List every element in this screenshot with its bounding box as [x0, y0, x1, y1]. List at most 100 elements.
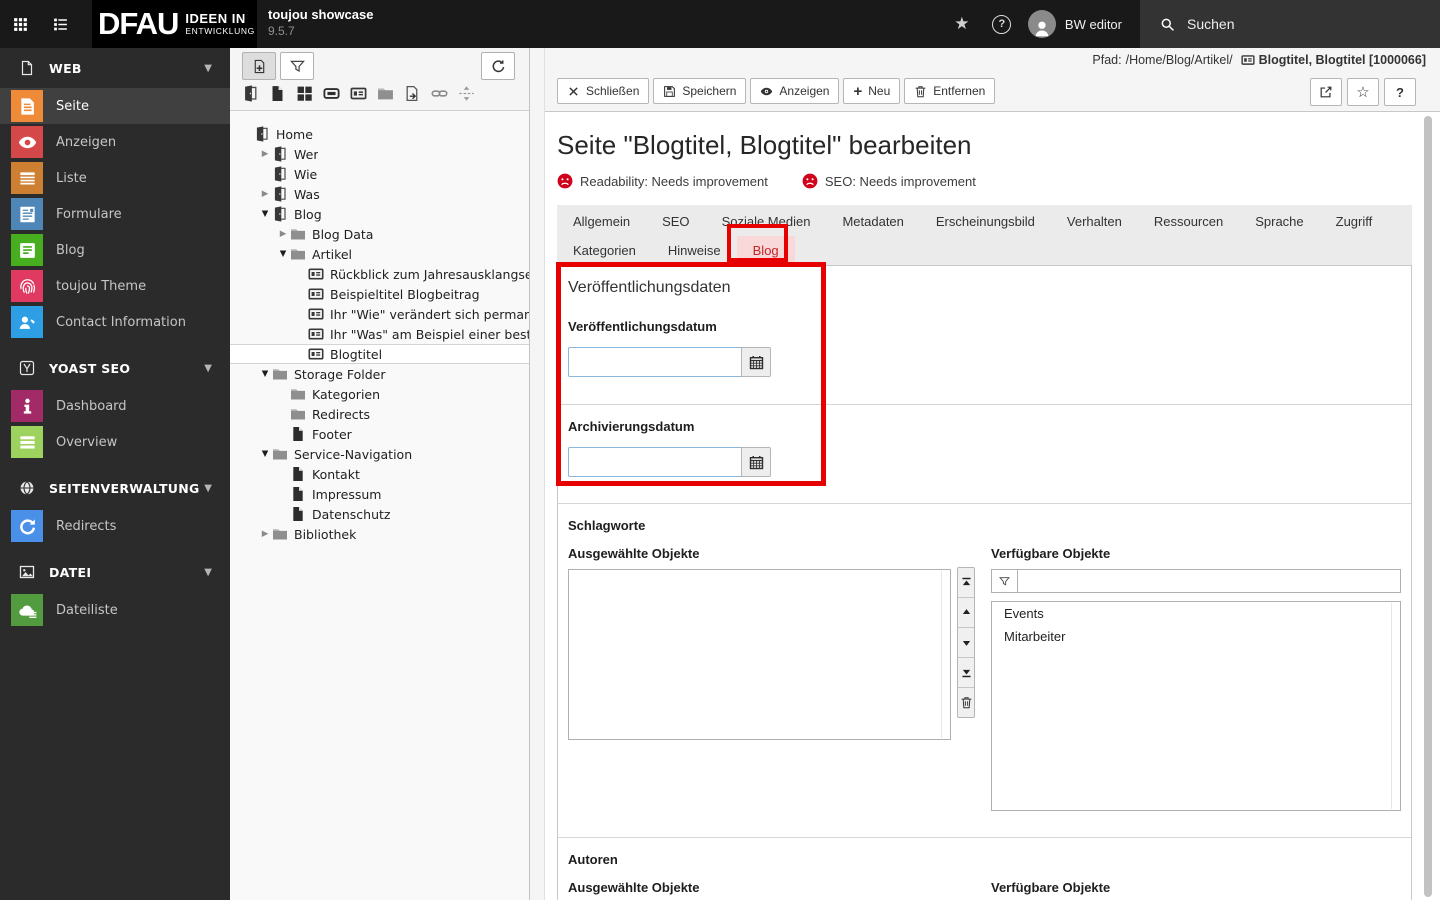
module-section-header-datei[interactable]: DATEI ▼: [0, 552, 230, 592]
tree-node-footer[interactable]: Footer: [230, 424, 529, 444]
tab-soziale-medien[interactable]: Soziale Medien: [706, 207, 827, 236]
sidebar-item-overview[interactable]: Overview: [0, 424, 230, 460]
module-menu-toggle-button[interactable]: [0, 0, 40, 48]
move-down-button[interactable]: [958, 627, 974, 657]
tree-node-was[interactable]: ▶ Was: [230, 184, 529, 204]
tree-toggle-icon[interactable]: ▶: [258, 149, 272, 159]
option-mitarbeiter[interactable]: Mitarbeiter: [992, 625, 1400, 648]
tree-node-blog-data[interactable]: ▶ Blog Data: [230, 224, 529, 244]
tree-node-ihr-was-am-beispiel-einer-bestimm[interactable]: Ihr "Was" am Beispiel einer bestimm: [230, 324, 529, 344]
module-section-header-web[interactable]: WEB ▼: [0, 48, 230, 88]
dfau-logo[interactable]: DFAU IDEEN IN ENTWICKLUNG: [92, 0, 257, 48]
tree-node-redirects[interactable]: Redirects: [230, 404, 529, 424]
tab-metadaten[interactable]: Metadaten: [826, 207, 919, 236]
new-page-button[interactable]: [242, 52, 276, 80]
publish-date-picker-button[interactable]: [741, 347, 771, 377]
tab-hinweise[interactable]: Hinweise: [652, 236, 737, 265]
keywords-available-listbox[interactable]: Events Mitarbeiter: [991, 601, 1401, 811]
drag-divider-icon[interactable]: [458, 85, 475, 102]
filter-options-button[interactable]: [991, 569, 1017, 593]
drag-article-icon[interactable]: [350, 85, 367, 102]
tree-node-artikel[interactable]: ▼ Artikel: [230, 244, 529, 264]
sidebar-item-seite[interactable]: Seite: [0, 88, 230, 124]
sidebar-item-anzeigen[interactable]: Anzeigen: [0, 124, 230, 160]
tree-node-kontakt[interactable]: Kontakt: [230, 464, 529, 484]
open-in-new-window-button[interactable]: [1310, 78, 1342, 106]
tree-toggle-icon[interactable]: ▼: [258, 449, 272, 459]
sidebar-item-contact-information[interactable]: Contact Information: [0, 304, 230, 340]
tree-toggle-icon[interactable]: ▼: [276, 249, 290, 259]
sidebar-item-toujou-theme[interactable]: toujou Theme: [0, 268, 230, 304]
tree-node-wie[interactable]: Wie: [230, 164, 529, 184]
tab-seo[interactable]: SEO: [646, 207, 705, 236]
publish-date-input[interactable]: [568, 347, 741, 377]
drag-content-icon[interactable]: [323, 85, 340, 102]
tree-node-service-navigation[interactable]: ▼ Service-Navigation: [230, 444, 529, 464]
move-to-bottom-button[interactable]: [958, 657, 974, 687]
keywords-filter-input[interactable]: [1017, 569, 1401, 593]
tab-verhalten[interactable]: Verhalten: [1051, 207, 1138, 236]
drag-link-icon[interactable]: [431, 85, 448, 102]
toolbar-list-button[interactable]: [40, 0, 80, 48]
tree-node-ihr-wie-ver-ndert-sich-permanent[interactable]: Ihr "Wie" verändert sich permanent: [230, 304, 529, 324]
schlie-en-button[interactable]: Schließen: [557, 78, 650, 104]
tree-toggle-icon[interactable]: ▼: [258, 209, 272, 219]
move-up-button[interactable]: [958, 597, 974, 627]
tab-allgemein[interactable]: Allgemein: [557, 207, 646, 236]
scrollbar-thumb[interactable]: [1424, 116, 1432, 897]
keywords-selected-listbox[interactable]: [568, 569, 951, 740]
sidebar-item-formulare[interactable]: Formulare: [0, 196, 230, 232]
remove-item-button[interactable]: [958, 687, 974, 717]
sidebar-item-liste[interactable]: Liste: [0, 160, 230, 196]
tree-toggle-icon[interactable]: ▶: [276, 229, 290, 239]
tab-ressourcen[interactable]: Ressourcen: [1138, 207, 1239, 236]
tree-node-blog[interactable]: ▼ Blog: [230, 204, 529, 224]
archive-date-input[interactable]: [568, 447, 741, 477]
sidebar-item-blog[interactable]: Blog: [0, 232, 230, 268]
sidebar-item-dateiliste[interactable]: Dateiliste: [0, 592, 230, 628]
content-scrollbar[interactable]: [1424, 116, 1432, 897]
tab-zugriff[interactable]: Zugriff: [1320, 207, 1389, 236]
option-events[interactable]: Events: [992, 602, 1400, 625]
entfernen-button[interactable]: Entfernen: [904, 78, 996, 104]
tree-node-r-ckblick-zum-jahresausklangsever[interactable]: Rückblick zum Jahresausklangsever: [230, 264, 529, 284]
sidebar-item-redirects[interactable]: Redirects: [0, 508, 230, 544]
filter-tree-button[interactable]: [280, 52, 314, 80]
tab-blog[interactable]: Blog: [736, 236, 795, 265]
tree-node-impressum[interactable]: Impressum: [230, 484, 529, 504]
tab-erscheinungsbild[interactable]: Erscheinungsbild: [920, 207, 1051, 236]
bookmark-button[interactable]: ☆: [1347, 78, 1379, 106]
help-doc-button[interactable]: ?: [1384, 78, 1416, 106]
tree-node-home[interactable]: Home: [230, 124, 529, 144]
drag-grid-icon[interactable]: [296, 85, 313, 102]
nav-content-splitter[interactable]: [530, 48, 545, 900]
tree-node-wer[interactable]: ▶ Wer: [230, 144, 529, 164]
tree-node-storage-folder[interactable]: ▼ Storage Folder: [230, 364, 529, 384]
tree-node-blogtitel[interactable]: Blogtitel: [230, 344, 529, 364]
module-section-header-seitenverwaltung[interactable]: SEITENVERWALTUNG ▼: [0, 468, 230, 508]
drag-page-icon[interactable]: [242, 85, 259, 102]
tree-toggle-icon[interactable]: ▼: [258, 369, 272, 379]
tree-toggle-icon[interactable]: ▶: [258, 529, 272, 539]
tab-kategorien[interactable]: Kategorien: [557, 236, 652, 265]
tree-node-beispieltitel-blogbeitrag[interactable]: Beispieltitel Blogbeitrag: [230, 284, 529, 304]
tab-sprache[interactable]: Sprache: [1239, 207, 1319, 236]
help-button[interactable]: ?: [982, 0, 1022, 48]
tree-node-kategorien[interactable]: Kategorien: [230, 384, 529, 404]
move-to-top-button[interactable]: [958, 568, 974, 597]
drag-doc-icon[interactable]: [269, 85, 286, 102]
drag-shortcut-icon[interactable]: [404, 85, 421, 102]
tree-toggle-icon[interactable]: ▶: [258, 189, 272, 199]
bookmark-star-button[interactable]: ★: [942, 0, 982, 48]
archive-date-picker-button[interactable]: [741, 447, 771, 477]
sidebar-item-dashboard[interactable]: Dashboard: [0, 388, 230, 424]
anzeigen-button[interactable]: Anzeigen: [750, 78, 840, 104]
drag-folder-icon[interactable]: [377, 85, 394, 102]
search-button[interactable]: Suchen: [1140, 0, 1440, 48]
tree-node-datenschutz[interactable]: Datenschutz: [230, 504, 529, 524]
module-section-header-yoast-seo[interactable]: YOAST SEO ▼: [0, 348, 230, 388]
refresh-tree-button[interactable]: [481, 52, 515, 80]
tree-node-bibliothek[interactable]: ▶ Bibliothek: [230, 524, 529, 544]
neu-button[interactable]: + Neu: [843, 78, 901, 104]
speichern-button[interactable]: Speichern: [653, 78, 747, 104]
